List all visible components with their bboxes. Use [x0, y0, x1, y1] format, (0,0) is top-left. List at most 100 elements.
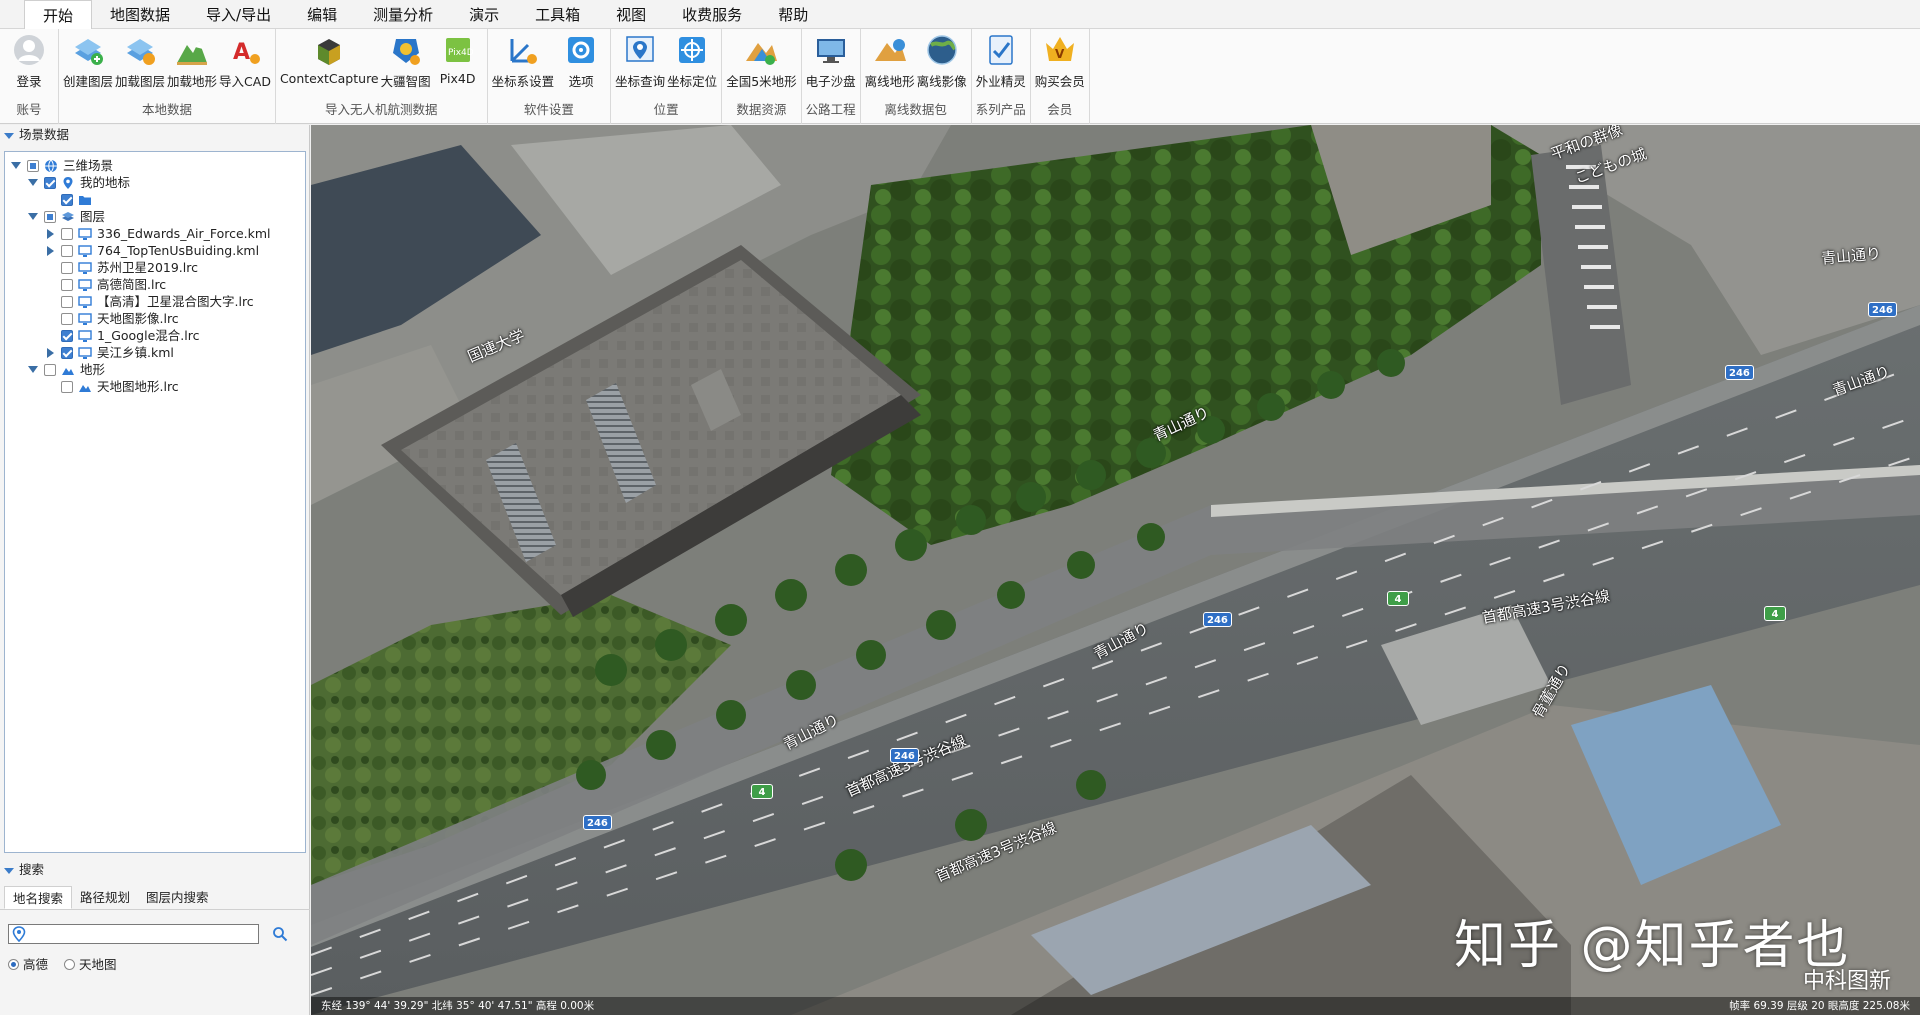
place-search-input[interactable] [8, 924, 259, 944]
ribbon-button-3-1[interactable]: 选项 [556, 31, 606, 99]
layer-checkbox[interactable] [61, 296, 73, 308]
radio-button[interactable] [8, 959, 19, 970]
tab-2[interactable]: 导入/导出 [188, 0, 289, 29]
ribbon-button-0-0[interactable]: 登录 [4, 31, 54, 99]
monitor-icon [78, 244, 92, 258]
tab-6[interactable]: 工具箱 [517, 0, 598, 29]
layer-checkbox[interactable] [61, 347, 73, 359]
ribbon-group-buttons: 登录 [0, 29, 58, 99]
source-radio-gaode[interactable]: 高德 [8, 954, 48, 973]
scene-data-header[interactable]: 场景数据 [0, 125, 309, 145]
ribbon-button-2-0[interactable]: ContextCapture [280, 31, 379, 99]
ribbon-button-label: 加载地形 [167, 74, 218, 89]
ribbon-button-7-1[interactable]: 离线影像 [917, 31, 967, 99]
expand-arrow-open-icon[interactable] [11, 162, 21, 169]
ribbon-group-6: 电子沙盘 公路工程 [802, 29, 861, 124]
ribbon-button-4-1[interactable]: 坐标定位 [667, 31, 717, 99]
source-radio-tianditu[interactable]: 天地图 [64, 954, 117, 973]
ribbon-button-label: 购买会员 [1034, 74, 1085, 89]
tab-place-search[interactable]: 地名搜索 [4, 886, 73, 909]
ribbon-group-label: 会员 [1047, 102, 1073, 117]
ribbon-button-1-2[interactable]: 加载地形 [167, 31, 217, 99]
layer-checkbox[interactable] [61, 194, 73, 206]
watermark-text: 知乎 @知乎者也 [1454, 916, 1851, 976]
scene-tree[interactable]: 三维场景 我的地标 图层 336_Edwards_Air_Force.kml 764_T… [4, 151, 306, 853]
tab-9[interactable]: 帮助 [760, 0, 826, 29]
expand-arrow-open-icon[interactable] [28, 179, 38, 186]
ribbon-group-label: 软件设置 [523, 102, 574, 117]
tab-8[interactable]: 收费服务 [664, 0, 760, 29]
load-terrain-icon [175, 33, 209, 67]
layer-checkbox[interactable] [61, 262, 73, 274]
ribbon-button-label: ContextCapture [279, 71, 379, 86]
tab-0[interactable]: 开始 [24, 0, 93, 30]
watermark-brand: 中科图新 [1803, 969, 1892, 994]
ribbon-group-0: 登录 账号 [0, 29, 59, 124]
3d-map-view[interactable]: 平和の群像 こどもの城 青山通り 青山通り 青山通り 青山通り 首都高速3号渋谷線 首都高速3… [311, 125, 1920, 1015]
search-tabs: 地名搜索 路径规划 图层内搜索 [0, 886, 310, 910]
ribbon-button-3-0[interactable]: 坐标系设置 [491, 31, 555, 99]
ribbon-button-8-0[interactable]: 外业精灵 [976, 31, 1026, 99]
layer-checkbox[interactable] [44, 211, 56, 223]
ribbon-button-9-0[interactable]: V 购买会员 [1035, 31, 1085, 99]
coordinate-system-icon [506, 33, 540, 67]
ribbon-group-1: 创建图层 加载图层 加载地形 A 导入CAD 本地数据 [59, 29, 276, 124]
folder-icon [78, 193, 92, 207]
layer-checkbox[interactable] [61, 313, 73, 325]
ribbon-group-buttons: 全国5米地形 [722, 29, 800, 99]
ribbon-button-label: 选项 [568, 74, 594, 89]
ribbon-group-4: 坐标查询 坐标定位位置 [611, 29, 723, 124]
tab-1[interactable]: 地图数据 [92, 0, 188, 29]
ribbon-button-2-1[interactable]: 大疆智图 [381, 31, 431, 99]
ribbon-button-label: 导入CAD [219, 74, 271, 89]
ribbon-button-label: 外业精灵 [975, 74, 1026, 89]
field-app-icon [984, 33, 1018, 67]
ribbon-button-label: 登录 [16, 74, 42, 89]
expand-arrow-open-icon[interactable] [28, 213, 38, 220]
tab-5[interactable]: 演示 [451, 0, 517, 29]
layer-checkbox[interactable] [61, 330, 73, 342]
layer-checkbox[interactable] [44, 364, 56, 376]
tab-7[interactable]: 视图 [598, 0, 664, 29]
tab-route-planning[interactable]: 路径规划 [72, 886, 138, 909]
tree-row[interactable]: 天地图地形.lrc [5, 377, 305, 397]
route-shield-badge: 4 [1387, 591, 1409, 606]
radio-button[interactable] [64, 959, 75, 970]
load-layer-icon [123, 33, 157, 67]
expand-arrow-open-icon[interactable] [28, 366, 38, 373]
layer-checkbox[interactable] [61, 245, 73, 257]
layer-checkbox[interactable] [61, 279, 73, 291]
coordinate-query-icon [623, 33, 657, 67]
expand-arrow-closed-icon[interactable] [47, 246, 54, 256]
search-icon[interactable] [272, 926, 288, 942]
ribbon-group-label: 位置 [653, 102, 679, 117]
ribbon-toolbar: 登录 账号 创建图层 加载图层 加载地形 A 导入CAD 本地数据 ContextCapture… [0, 29, 1920, 124]
monitor-icon [78, 329, 92, 343]
tab-4[interactable]: 测量分析 [355, 0, 451, 29]
ribbon-button-6-0[interactable]: 电子沙盘 [806, 31, 856, 99]
ribbon-button-5-0[interactable]: 全国5米地形 [726, 31, 797, 99]
layer-checkbox[interactable] [61, 381, 73, 393]
ribbon-button-1-0[interactable]: 创建图层 [63, 31, 113, 99]
buy-membership-icon: V [1043, 33, 1077, 67]
layer-checkbox[interactable] [61, 228, 73, 240]
route-shield-badge: 4 [751, 784, 773, 799]
ribbon-button-1-3[interactable]: A 导入CAD [219, 31, 271, 99]
layer-checkbox[interactable] [44, 177, 56, 189]
tab-3[interactable]: 编辑 [289, 0, 355, 29]
ribbon-group-label: 数据资源 [736, 102, 787, 117]
tree-item-label: 天地图地形.lrc [97, 379, 179, 394]
ribbon-button-label: Pix4D [439, 71, 476, 86]
ribbon-button-7-0[interactable]: 离线地形 [865, 31, 915, 99]
contextcapture-icon [312, 33, 346, 67]
ribbon-button-2-2[interactable]: Pix4D Pix4D [433, 31, 483, 99]
ribbon-button-label: 坐标系设置 [491, 74, 555, 89]
ribbon-button-4-0[interactable]: 坐标查询 [615, 31, 665, 99]
ribbon-button-1-1[interactable]: 加载图层 [115, 31, 165, 99]
layer-checkbox[interactable] [27, 160, 39, 172]
expand-arrow-closed-icon[interactable] [47, 229, 54, 239]
search-header[interactable]: 搜索 [0, 860, 310, 880]
tab-layer-search[interactable]: 图层内搜索 [138, 886, 217, 909]
ribbon-group-buttons: ContextCapture 大疆智图 Pix4D Pix4D [276, 29, 487, 99]
expand-arrow-closed-icon[interactable] [47, 348, 54, 358]
